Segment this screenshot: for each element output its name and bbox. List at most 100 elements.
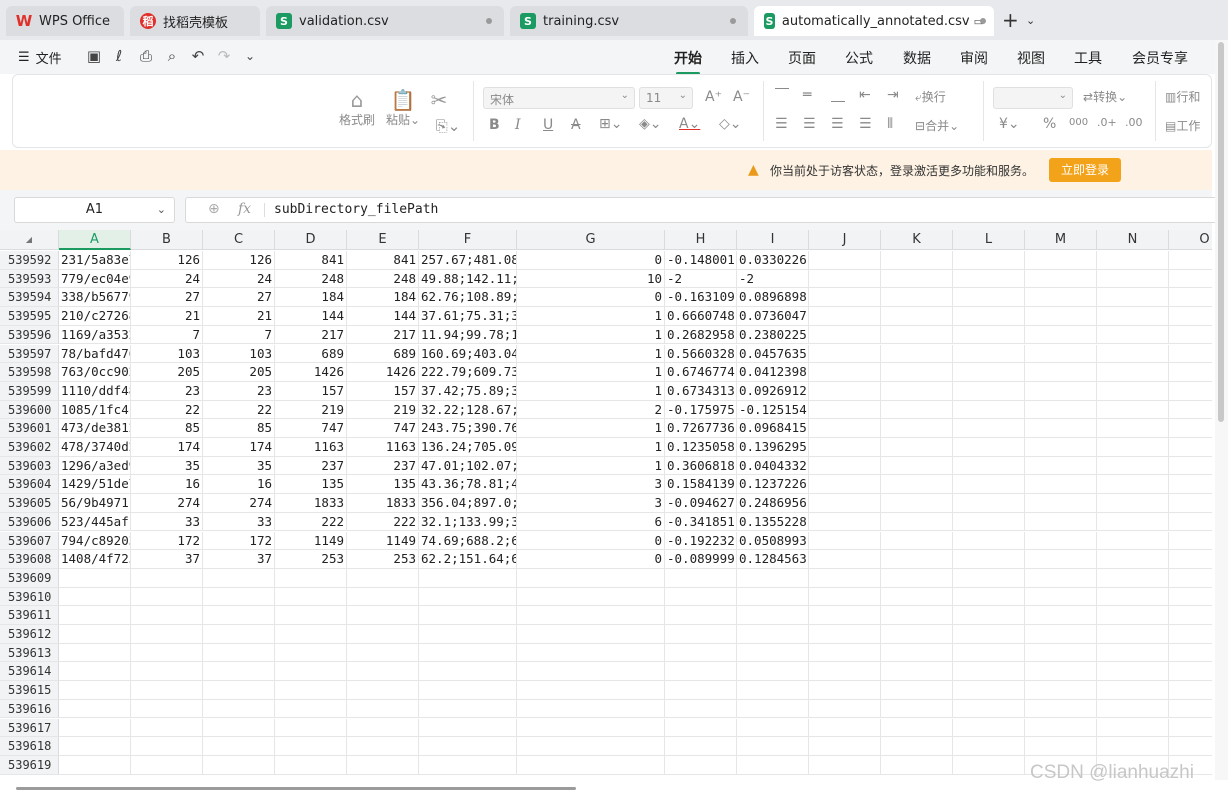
table-cell[interactable]	[131, 662, 203, 682]
table-cell[interactable]: 32.1;133.99;3	[419, 512, 517, 532]
table-cell[interactable]	[1025, 251, 1097, 270]
select-all-corner[interactable]: ◢	[0, 230, 59, 250]
convert-button[interactable]: ⇄转换⌄	[1083, 88, 1127, 105]
table-cell[interactable]: 1833	[275, 494, 347, 513]
table-cell[interactable]: 37.42;75.89;3	[419, 381, 517, 401]
table-cell[interactable]: -0.341851	[665, 512, 737, 532]
table-cell[interactable]	[419, 568, 517, 588]
table-cell[interactable]: 16	[203, 475, 275, 495]
table-cell[interactable]: 0.1235058	[665, 438, 737, 457]
table-cell[interactable]: -0.094627	[665, 494, 737, 513]
table-cell[interactable]	[809, 456, 881, 476]
align-top-icon[interactable]: ⎺	[775, 87, 789, 103]
table-cell[interactable]: 222.79;609.73	[419, 363, 517, 382]
table-cell[interactable]: 35	[131, 456, 203, 476]
table-cell[interactable]: -0.175975	[665, 400, 737, 420]
table-cell[interactable]	[517, 755, 665, 775]
column-header-l[interactable]: L	[953, 230, 1025, 250]
table-cell[interactable]	[275, 681, 347, 700]
table-cell[interactable]	[809, 755, 881, 775]
table-cell[interactable]	[1169, 550, 1212, 569]
table-cell[interactable]	[809, 494, 881, 513]
table-cell[interactable]	[881, 662, 953, 682]
align-bottom-icon[interactable]: ⎽	[831, 87, 845, 103]
table-cell[interactable]	[665, 718, 737, 738]
table-cell[interactable]	[1097, 288, 1169, 308]
table-cell[interactable]	[1025, 438, 1097, 457]
table-cell[interactable]	[881, 681, 953, 700]
tab-docer-templates[interactable]: 稻 找稻壳模板	[130, 6, 260, 36]
format-painter-button[interactable]: ⌂ 格式刷	[337, 89, 377, 128]
table-cell[interactable]: 3	[517, 475, 665, 495]
table-cell[interactable]	[1169, 457, 1212, 476]
table-cell[interactable]: 1149	[347, 531, 419, 551]
table-cell[interactable]	[1097, 625, 1169, 644]
table-cell[interactable]	[1025, 475, 1097, 495]
table-cell[interactable]	[953, 475, 1025, 495]
ribbon-tab-review[interactable]: 审阅	[960, 48, 988, 68]
table-cell[interactable]	[809, 531, 881, 551]
table-cell[interactable]	[517, 568, 665, 588]
row-header[interactable]: 539615	[0, 681, 59, 700]
table-cell[interactable]	[953, 363, 1025, 382]
table-cell[interactable]: 222	[275, 512, 347, 532]
print-preview-icon[interactable]: ⌕	[163, 47, 181, 65]
column-header-k[interactable]: K	[881, 230, 953, 250]
table-cell[interactable]: 33	[131, 512, 203, 532]
table-cell[interactable]	[59, 662, 131, 682]
table-cell[interactable]	[665, 699, 737, 719]
table-cell[interactable]: -2	[665, 269, 737, 289]
table-cell[interactable]	[347, 568, 419, 588]
table-cell[interactable]: 160.69;403.04	[419, 344, 517, 364]
table-cell[interactable]	[1169, 681, 1212, 700]
table-cell[interactable]: 0	[517, 550, 665, 569]
table-cell[interactable]	[1169, 475, 1212, 495]
table-cell[interactable]	[1097, 419, 1169, 438]
table-cell[interactable]	[881, 325, 953, 345]
table-cell[interactable]: 0.2380225	[737, 325, 809, 345]
table-cell[interactable]: 172	[131, 531, 203, 551]
table-cell[interactable]	[1169, 288, 1212, 308]
table-cell[interactable]	[737, 755, 809, 775]
table-cell[interactable]	[347, 643, 419, 663]
table-cell[interactable]: 1163	[347, 438, 419, 457]
table-cell[interactable]	[1097, 494, 1169, 513]
table-cell[interactable]	[665, 625, 737, 644]
font-color-icon[interactable]: A⌄	[679, 116, 700, 132]
row-header[interactable]: 539612	[0, 625, 59, 644]
table-cell[interactable]	[1169, 737, 1212, 756]
column-header-m[interactable]: M	[1025, 230, 1097, 250]
spreadsheet-grid[interactable]: ◢ A B C D E F G H I J K L M N O 539592 231/5a83e7 126 126 8…	[0, 230, 1212, 778]
table-cell[interactable]: 62.76;108.89;	[419, 288, 517, 308]
table-cell[interactable]	[59, 737, 131, 756]
distributed-icon[interactable]: ⦀	[887, 116, 893, 132]
row-header[interactable]: 539598	[0, 363, 59, 382]
table-cell[interactable]: 1833	[347, 494, 419, 513]
increase-font-icon[interactable]: A⁺	[705, 89, 722, 105]
table-cell[interactable]	[953, 494, 1025, 513]
table-cell[interactable]	[275, 568, 347, 588]
table-cell[interactable]	[953, 456, 1025, 476]
table-cell[interactable]	[275, 587, 347, 607]
table-cell[interactable]	[1169, 625, 1212, 644]
table-cell[interactable]	[809, 718, 881, 738]
table-cell[interactable]	[881, 344, 953, 364]
table-cell[interactable]	[809, 438, 881, 457]
table-cell[interactable]: 0	[517, 531, 665, 551]
row-header[interactable]: 539617	[0, 718, 59, 738]
row-header[interactable]: 539593	[0, 269, 59, 289]
row-header[interactable]: 539597	[0, 344, 59, 364]
table-cell[interactable]: 27	[131, 288, 203, 308]
table-cell[interactable]: 7	[131, 325, 203, 345]
table-cell[interactable]: 0.2486956	[737, 494, 809, 513]
column-header-f[interactable]: F	[419, 230, 517, 250]
table-cell[interactable]	[881, 550, 953, 569]
table-cell[interactable]: 103	[131, 344, 203, 364]
table-cell[interactable]	[737, 737, 809, 756]
clear-format-icon[interactable]: ◇⌄	[719, 116, 742, 132]
table-cell[interactable]	[953, 587, 1025, 607]
table-cell[interactable]: 1429/51de7	[59, 475, 131, 495]
row-header[interactable]: 539611	[0, 606, 59, 625]
table-cell[interactable]: 1	[517, 307, 665, 326]
column-header-g[interactable]: G	[517, 230, 665, 250]
